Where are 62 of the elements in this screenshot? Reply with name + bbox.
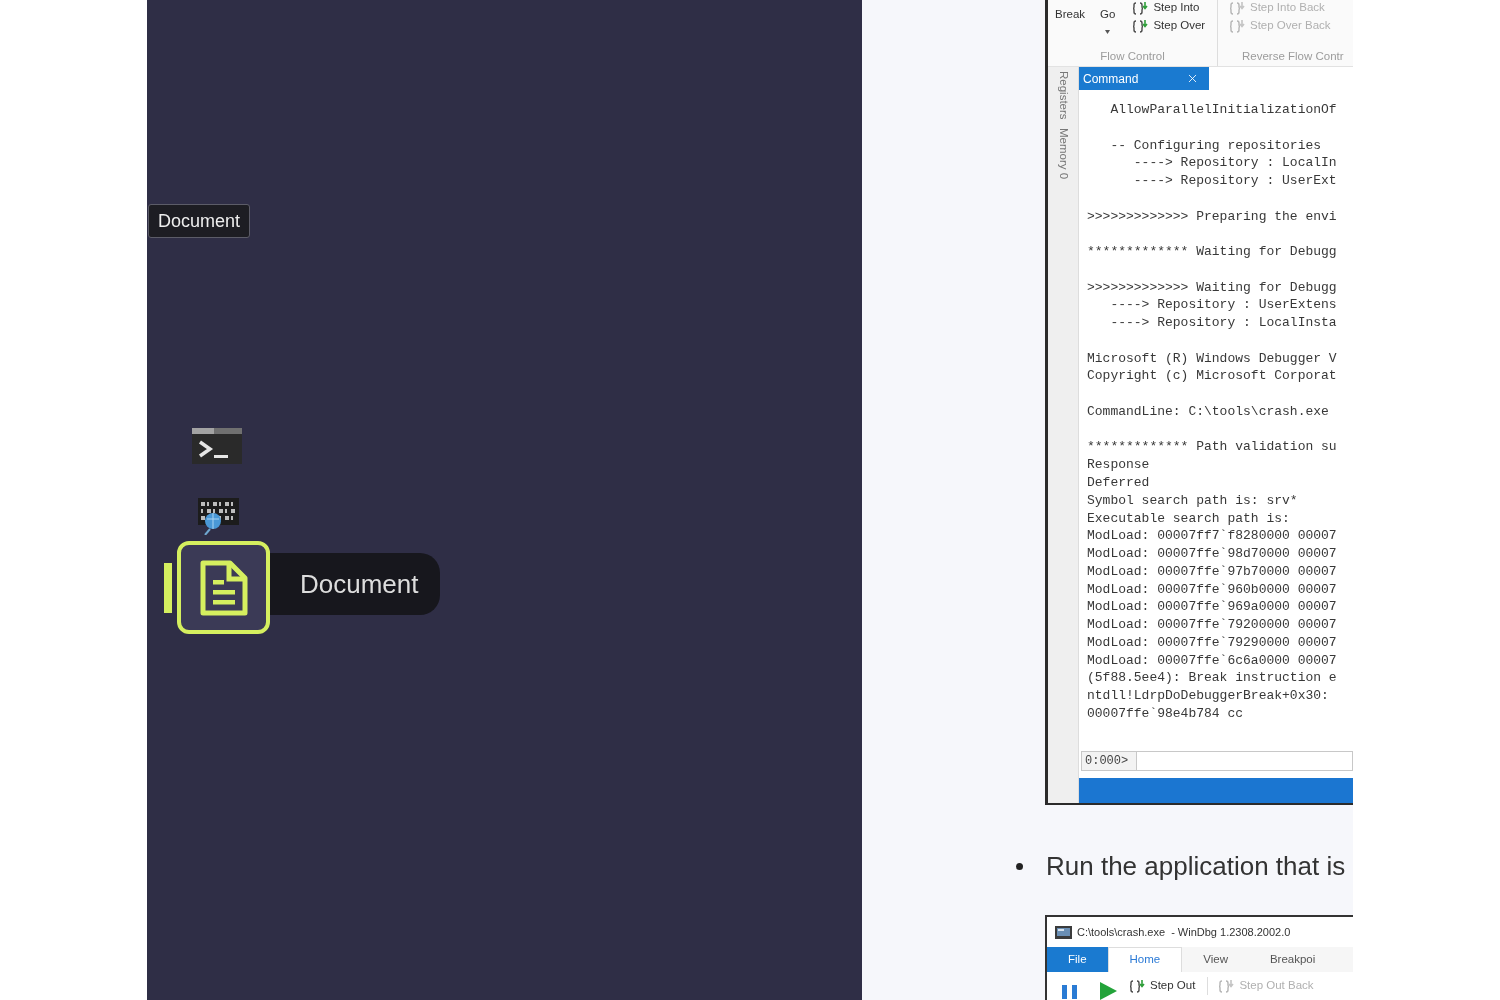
console-line: AllowParallelInitializationOf (1109, 101, 1337, 119)
side-tab[interactable]: Registers (1052, 71, 1074, 120)
ribbon-button[interactable]: Go (1100, 0, 1116, 34)
console-line: ModLoad: 00007ffe`97b70000 00007 (1087, 562, 1337, 581)
tooltip: Document (148, 204, 251, 238)
console-line: >>>>>>>>>>>>> Waiting for Debugg (1087, 278, 1337, 297)
play-icon[interactable] (1100, 982, 1117, 1000)
console-line: ModLoad: 00007ff7`f8280000 00007 (1087, 527, 1337, 546)
console-line: Response (1087, 456, 1150, 474)
prompt-label: 0:000> (1081, 751, 1137, 771)
console-line: ----> Repository : UserExtens (1109, 296, 1337, 315)
side-tab[interactable]: Memory 0 (1052, 127, 1074, 179)
app-window-icon (1055, 925, 1072, 939)
console-line: ModLoad: 00007ffe`6c6a0000 00007 (1087, 651, 1337, 670)
console-line: Deferred (1087, 473, 1150, 492)
braces-arrow-icon (1132, 0, 1149, 16)
console-line: ----> Repository : UserExt (1132, 172, 1337, 190)
console-line: CommandLine: C:\tools\crash.exe (1087, 402, 1329, 421)
ribbon-tab[interactable]: Home (1107, 947, 1183, 972)
console-line: ntdll!LdrpDoDebuggerBreak+0x30: (1087, 687, 1329, 705)
bullet-text: Run the application that is (1046, 849, 1346, 883)
terminal-icon[interactable] (192, 427, 242, 464)
sidebar-item[interactable] (177, 541, 270, 634)
document-icon (199, 559, 248, 616)
bullet-icon (1016, 862, 1023, 870)
command-input[interactable] (1137, 751, 1353, 771)
group-label: Flow Control (1099, 49, 1166, 64)
panel-tab[interactable]: Command (1079, 67, 1209, 90)
console-line: Symbol search path is: srv* (1087, 491, 1298, 510)
console-line: (5f88.5ee4): Break instruction e (1087, 669, 1337, 688)
ribbon-button[interactable]: Step Out (1129, 977, 1196, 995)
console-line: ModLoad: 00007ffe`960b0000 00007 (1087, 580, 1337, 599)
window-title: C:\tools\crash.exe - WinDbg 1.2308.2002.0 (1077, 924, 1291, 940)
console-line: ----> Repository : LocalIn (1132, 154, 1337, 173)
ribbon-button[interactable]: Step Over (1132, 18, 1206, 34)
group-label: Reverse Flow Contr (1241, 49, 1345, 64)
console-line: -- Configuring repositories (1109, 136, 1322, 155)
braces-arrow-icon (1218, 978, 1235, 994)
braces-arrow-icon (1229, 18, 1245, 34)
braces-arrow-icon (1229, 0, 1245, 16)
ribbon-tab[interactable]: View (1182, 947, 1249, 972)
binary-globe-icon[interactable] (195, 498, 239, 535)
ribbon-tab[interactable]: File (1047, 947, 1108, 972)
console-line: Microsoft (R) Windows Debugger V (1087, 349, 1337, 368)
console-line: Copyright (c) Microsoft Corporat (1087, 367, 1337, 386)
console-line: 00007ffe`98e4b784 cc (1087, 704, 1244, 723)
console-line: ----> Repository : LocalInsta (1109, 314, 1337, 332)
console-line: >>>>>>>>>>>>> Preparing the envi (1087, 207, 1337, 226)
braces-arrow-icon (1132, 18, 1149, 34)
braces-arrow-icon (1129, 978, 1145, 994)
ribbon-tab[interactable]: Breakpoi (1248, 947, 1337, 972)
ribbon-button[interactable]: Step Into (1132, 0, 1206, 16)
console-line: ModLoad: 00007ffe`98d70000 00007 (1087, 545, 1337, 563)
console-line: ModLoad: 00007ffe`79200000 00007 (1087, 616, 1337, 634)
console-line: ************* Waiting for Debugg (1087, 243, 1337, 261)
console-line: ModLoad: 00007ffe`969a0000 00007 (1087, 598, 1337, 617)
ribbon-button[interactable]: Break (1055, 0, 1086, 21)
console-line: ************* Path validation su (1087, 438, 1337, 457)
pause-icon[interactable] (1062, 985, 1078, 999)
console-line: Executable search path is: (1087, 509, 1290, 528)
close-icon[interactable] (1186, 72, 1199, 85)
console-line: ModLoad: 00007ffe`79290000 00007 (1087, 633, 1337, 652)
